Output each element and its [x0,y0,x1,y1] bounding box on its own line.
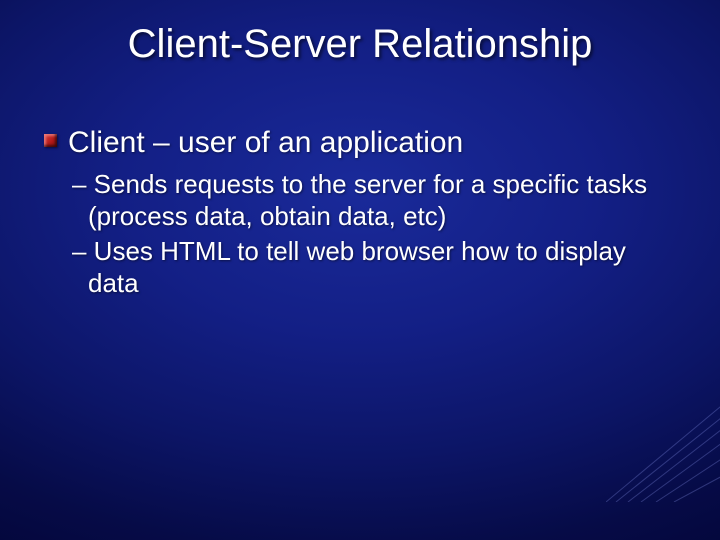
corner-decoration-icon [606,392,720,502]
slide: Client-Server Relationship Client – user… [0,0,720,540]
slide-body: Client – user of an application – Sends … [44,125,676,304]
bullet-level1: Client – user of an application [44,125,676,161]
bullet-level2: – Uses HTML to tell web browser how to d… [72,236,676,299]
bullet-level1-text: Client – user of an application [68,126,463,159]
bullet-level2: – Sends requests to the server for a spe… [72,169,676,232]
square-bullet-icon [44,134,57,147]
slide-title: Client-Server Relationship [0,22,720,67]
